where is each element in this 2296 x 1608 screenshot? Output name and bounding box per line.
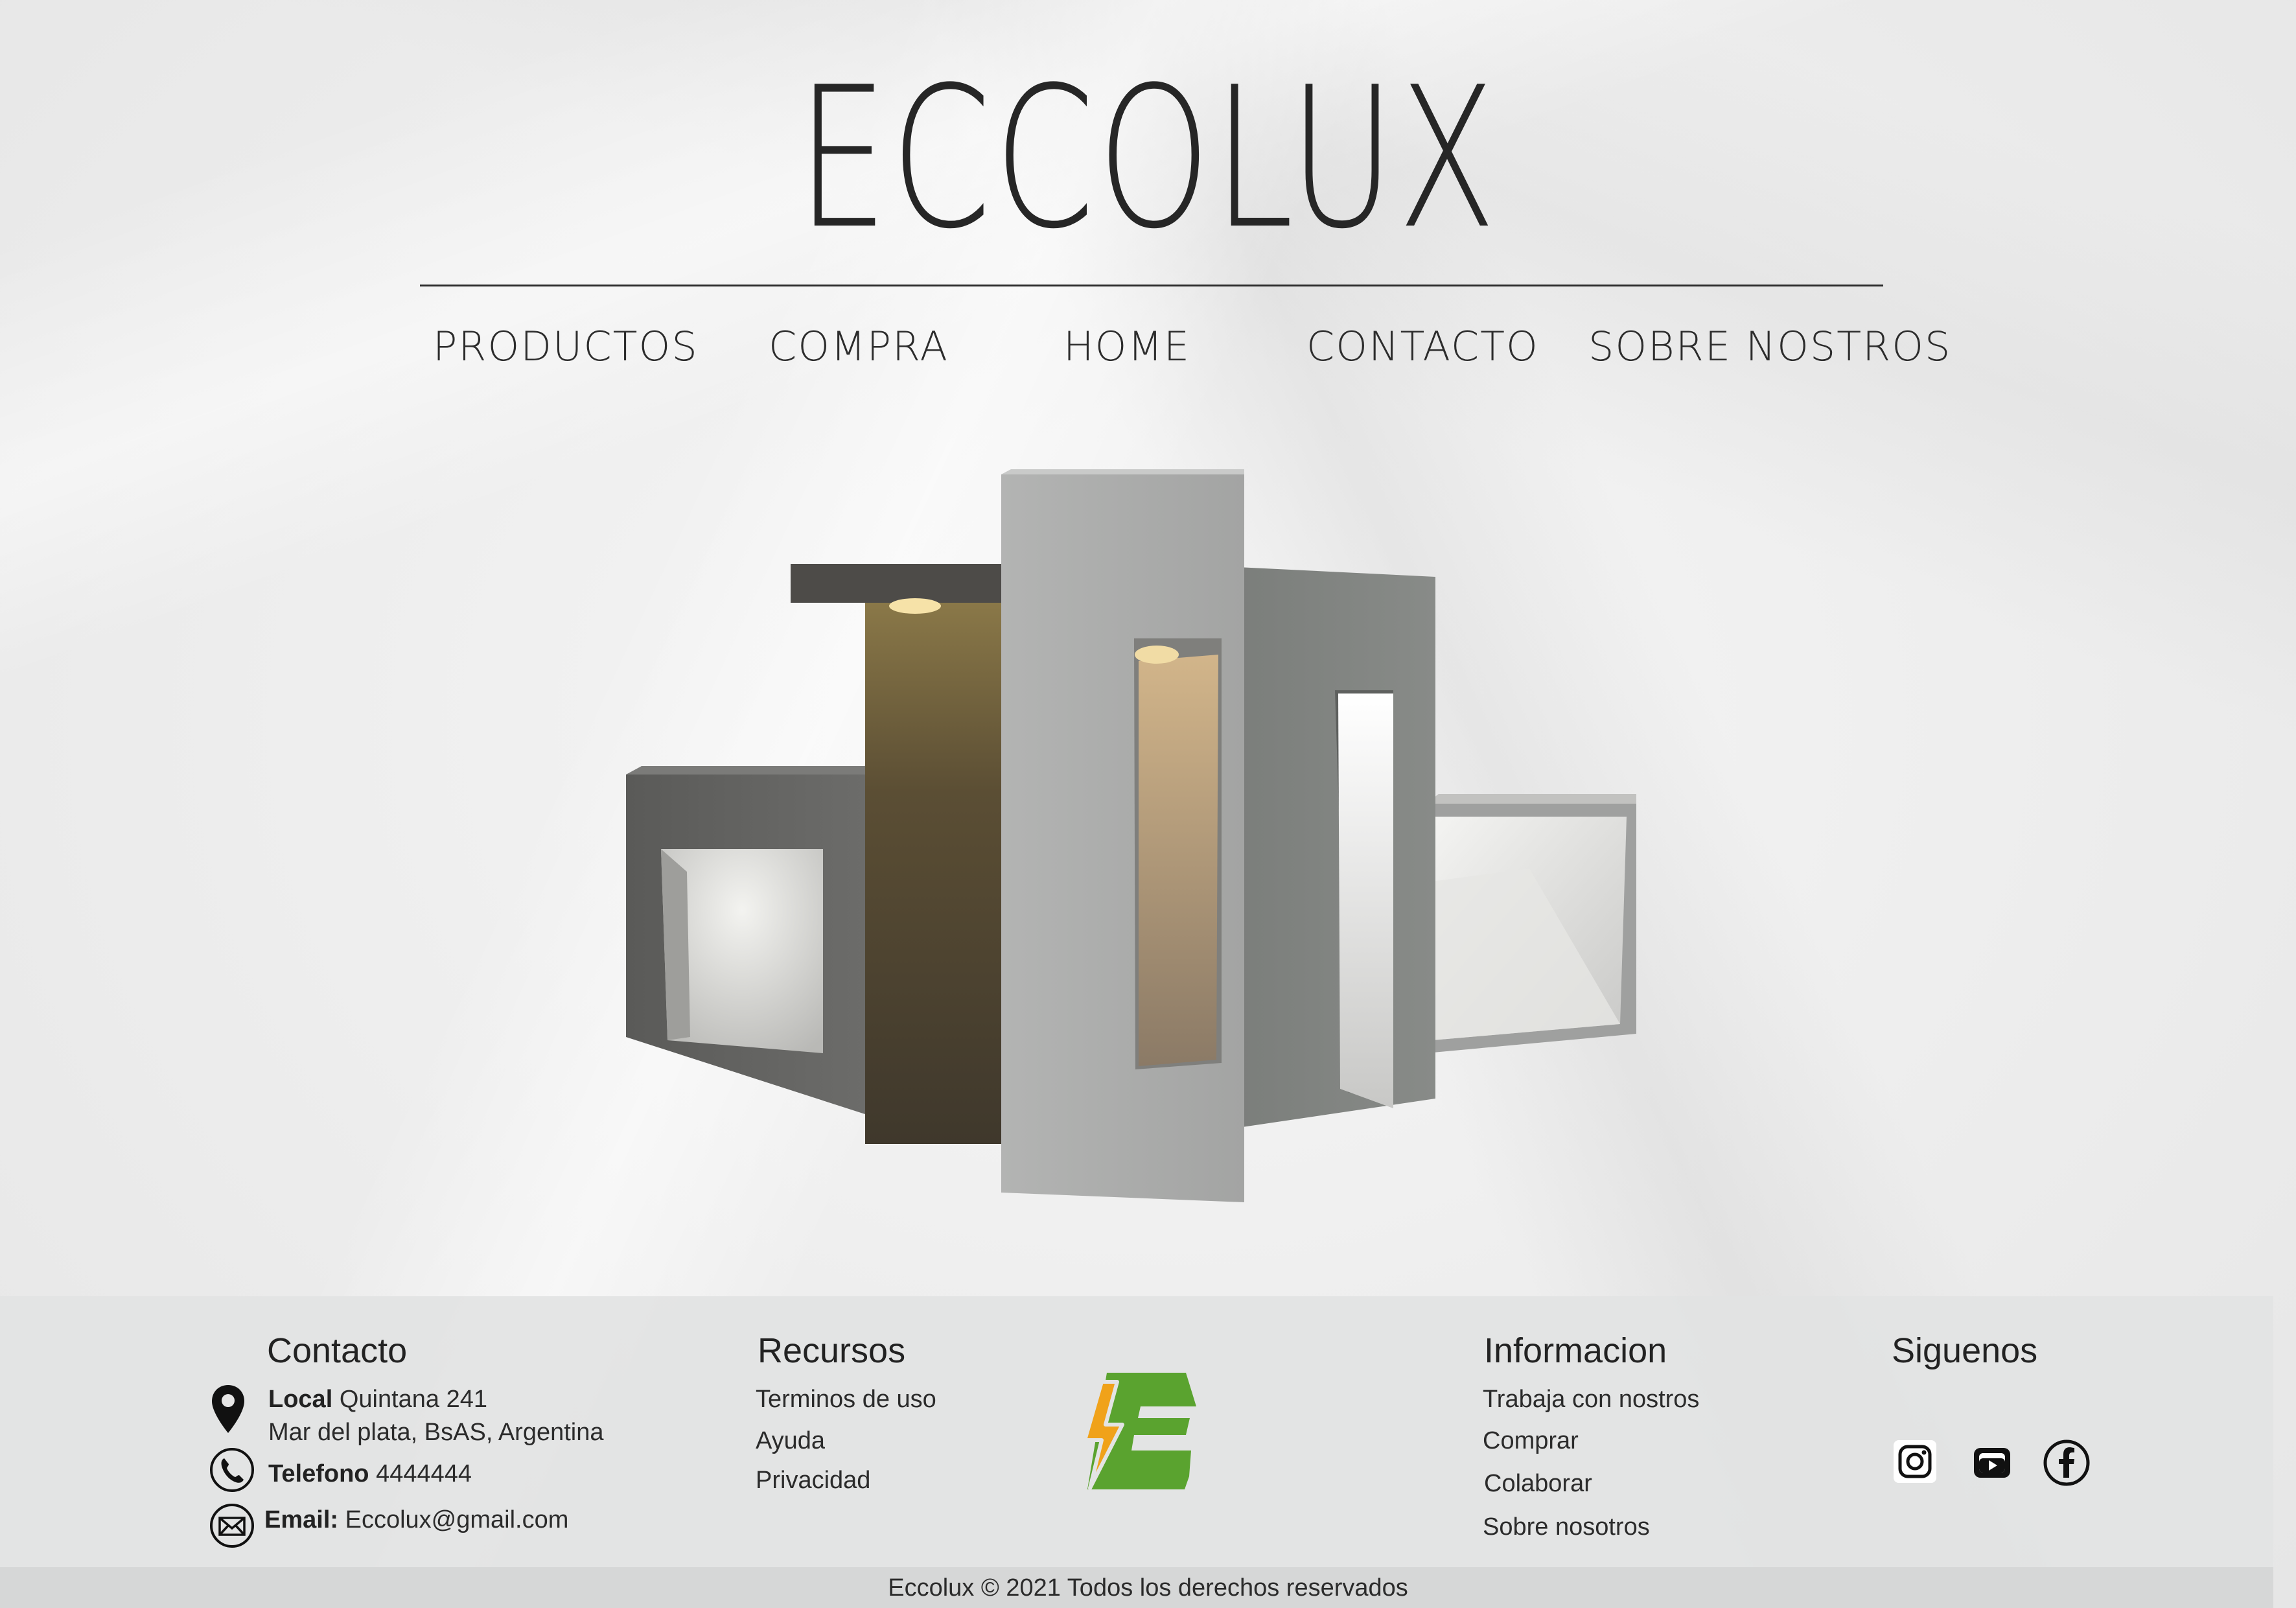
brand-title: ECCOLUX <box>796 45 1500 272</box>
local-address-line1: Local Quintana 241 <box>268 1384 487 1415</box>
phone-value: 4444444 <box>376 1460 472 1487</box>
email-icon <box>210 1504 254 1548</box>
email-label: Email: <box>264 1506 339 1533</box>
facebook-icon[interactable] <box>2043 1439 2091 1487</box>
link-sobre-nosotros[interactable]: Sobre nosotros <box>1483 1511 1650 1543</box>
eccolux-logo-icon <box>1083 1373 1196 1490</box>
link-colaborar[interactable]: Colaborar <box>1484 1468 1592 1499</box>
nav-compra[interactable]: COMPRA <box>769 321 949 373</box>
local-value: Quintana 241 <box>339 1386 487 1413</box>
footer-contacto-title: Contacto <box>267 1331 408 1370</box>
footer-informacion-title: Informacion <box>1484 1331 1667 1370</box>
link-trabaja-con-nostros[interactable]: Trabaja con nostros <box>1483 1384 1699 1415</box>
hero-product-image <box>622 467 1646 1212</box>
local-label: Local <box>268 1386 333 1413</box>
copyright-text: Eccolux © 2021 Todos los derechos reserv… <box>888 1574 1408 1602</box>
phone-line: Telefono 4444444 <box>268 1458 472 1489</box>
email-value[interactable]: Eccolux@gmail.com <box>345 1506 569 1533</box>
nav-home[interactable]: HOME <box>1063 321 1190 373</box>
nav-sobre-nosotros[interactable]: SOBRE NOSTROS <box>1588 321 1951 373</box>
nav-productos[interactable]: PRODUCTOS <box>433 321 699 373</box>
youtube-icon[interactable] <box>1970 1440 2014 1484</box>
footer-siguenos-title: Siguenos <box>1892 1331 2038 1370</box>
phone-icon <box>210 1448 254 1492</box>
link-ayuda[interactable]: Ayuda <box>756 1425 825 1456</box>
local-address-line2: Mar del plata, BsAS, Argentina <box>268 1419 604 1446</box>
header-divider <box>420 285 1883 286</box>
instagram-icon[interactable] <box>1892 1439 1938 1484</box>
phone-label: Telefono <box>268 1460 369 1487</box>
footer-recursos-title: Recursos <box>758 1331 906 1370</box>
nav-contacto[interactable]: CONTACTO <box>1306 321 1539 373</box>
link-terminos-de-uso[interactable]: Terminos de uso <box>756 1384 936 1415</box>
location-pin-icon <box>212 1385 244 1433</box>
link-comprar[interactable]: Comprar <box>1483 1425 1579 1456</box>
link-privacidad[interactable]: Privacidad <box>756 1465 870 1496</box>
email-line: Email: Eccolux@gmail.com <box>264 1504 568 1535</box>
